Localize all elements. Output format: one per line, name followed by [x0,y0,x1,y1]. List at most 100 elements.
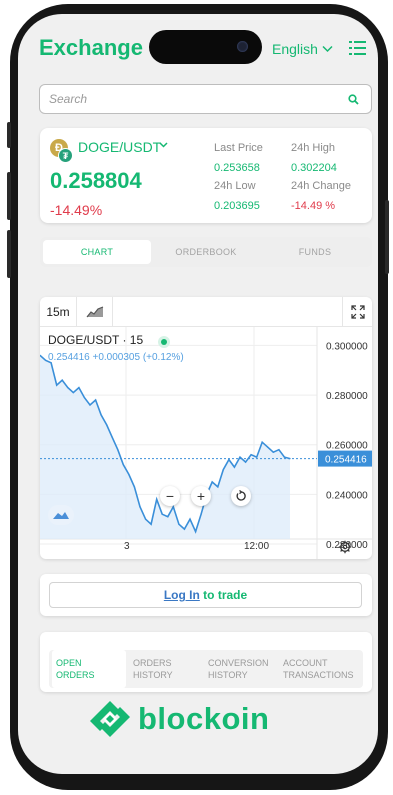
data-point [89,404,91,406]
data-point [267,446,269,448]
ticker-card: Ð ₮ DOGE/USDT 0.258804 -14.49% Last Price… [40,128,372,223]
area-chart-icon [86,306,104,318]
brand-name: blockoin [138,701,270,736]
tab-label: HISTORY [133,670,173,680]
login-card: Log In to trade [40,574,372,616]
login-link[interactable]: Log In [164,588,200,602]
language-selector[interactable]: English [272,41,333,57]
data-point [72,391,74,394]
y-tick-label: 0.260000 [326,441,368,452]
data-point [83,396,86,399]
reset-chart-button[interactable] [231,486,251,506]
current-price-label: 0.254416 [325,455,367,466]
data-point [67,387,69,389]
reset-icon [236,489,246,501]
menu-icon[interactable] [349,41,366,55]
tab-chart[interactable]: CHART [43,240,151,264]
data-point [156,498,158,500]
data-point [233,466,236,468]
data-point [167,516,169,518]
ohlc-readout: 0.254416 +0.000305 (+0.12%) [48,352,184,363]
data-point [94,399,97,401]
chevron-down-icon[interactable] [159,142,168,148]
search-input[interactable] [49,92,329,106]
blockoin-logo-icon [90,701,130,737]
tab-account-transactions[interactable]: ACCOUNT TRANSACTIONS [279,650,363,688]
data-point [122,463,124,466]
change-24h-value: -14.49 % [291,200,336,212]
tab-orderbook[interactable]: ORDERBOOK [152,240,260,264]
data-point [261,441,263,443]
language-label: English [272,41,318,57]
data-point [139,506,141,508]
y-tick-label: 0.300000 [326,341,368,352]
live-status-indicator [158,336,170,348]
data-point [194,531,197,533]
page-title: Exchange [39,35,143,60]
data-point [250,454,252,456]
orders-tabs: OPEN ORDERS ORDERS HISTORY CONVERSION HISTO… [49,650,363,688]
data-point [200,513,202,515]
data-point [150,523,152,525]
power-button [385,200,389,274]
data-point [44,359,47,361]
data-point [256,456,258,458]
chart-type-button[interactable] [77,297,113,327]
data-point [56,384,58,386]
tab-label: ACCOUNT [283,658,328,668]
tab-conversion-history[interactable]: CONVERSION HISTORY [204,650,280,688]
data-point [144,518,147,520]
low-24h-value: 0.203695 [214,200,260,212]
data-point [117,449,119,451]
data-point [183,528,186,530]
data-point [211,481,213,483]
data-point [217,486,219,488]
low-24h-label: 24h Low [214,180,256,192]
data-point [272,451,274,453]
data-point [106,424,108,426]
tab-label: TRANSACTIONS [283,670,354,680]
y-tick-label: 0.280000 [326,391,368,402]
price-change: -14.49% [50,202,103,218]
camera-lens-icon [237,41,248,52]
high-24h-label: 24h High [291,142,336,154]
view-tabs: CHART ORDERBOOK FUNDS [40,237,372,267]
expand-icon [351,305,365,319]
data-point [128,473,130,476]
last-price-value: 0.253658 [214,162,260,174]
dynamic-island [149,30,262,64]
data-point [61,379,63,381]
data-point [172,506,174,508]
data-point [244,461,247,463]
data-point [278,449,280,451]
search-icon[interactable] [348,94,359,105]
mute-switch [7,122,11,148]
brand-logo: blockoin [90,697,330,741]
current-price: 0.258804 [50,168,142,193]
tab-funds[interactable]: FUNDS [261,240,369,264]
fullscreen-button[interactable] [342,297,372,327]
last-price-label: Last Price [214,142,263,154]
tradingview-icon [53,512,69,519]
x-axis-label: 3 [124,541,130,552]
chevron-down-icon [322,45,333,53]
tab-label: CONVERSION [208,658,269,668]
zoom-out-button[interactable]: − [160,486,180,506]
series-area [40,355,290,539]
tab-label: ORDERS [133,658,172,668]
tab-orders-history[interactable]: ORDERS HISTORY [129,650,203,688]
login-to-trade-button[interactable]: Log In to trade [49,582,362,608]
orders-card: OPEN ORDERS ORDERS HISTORY CONVERSION HISTO… [40,632,372,692]
zoom-in-button[interactable]: + [191,486,211,506]
data-point [283,456,286,458]
data-point [222,468,224,471]
gear-icon[interactable] [338,540,352,554]
chart-brand-button[interactable] [48,505,74,525]
data-point [133,486,136,488]
login-suffix: to trade [199,588,248,602]
pair-selector[interactable]: DOGE/USDT [78,139,161,155]
timeframe-button[interactable]: 15m [40,297,77,327]
tab-label: ORDERS [56,670,95,680]
data-point [189,518,191,520]
tab-open-orders[interactable]: OPEN ORDERS [52,650,126,688]
